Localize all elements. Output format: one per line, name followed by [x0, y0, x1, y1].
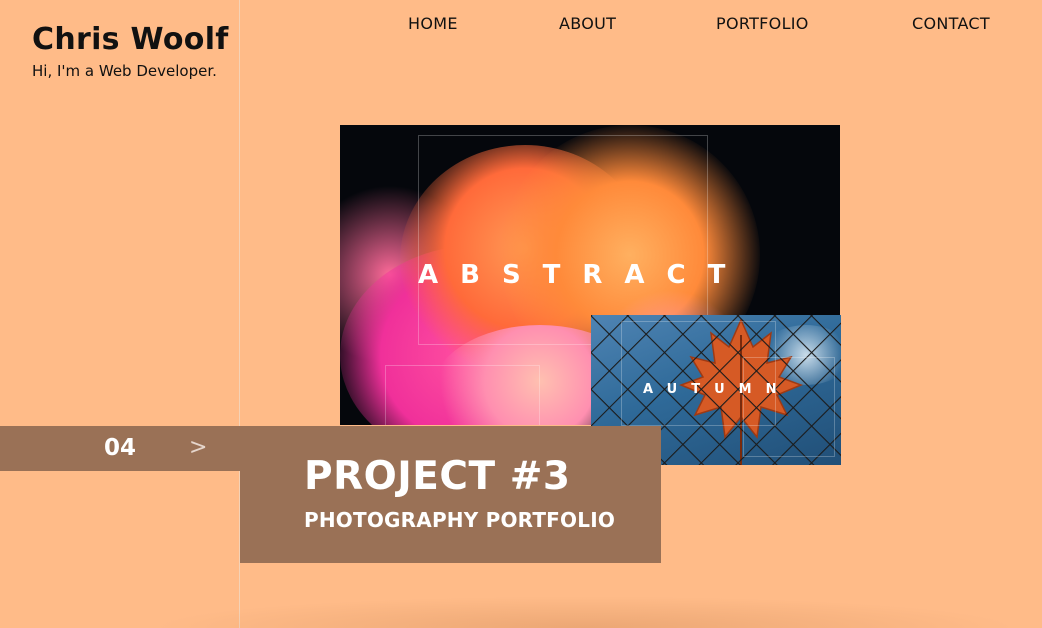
nav-portfolio-link[interactable]: PORTFOLIO: [716, 14, 809, 33]
photo-frame: [743, 357, 835, 457]
next-slide-button[interactable]: >: [189, 435, 207, 460]
slide-number: 04: [104, 435, 137, 461]
abstract-photo-title: ABSTRACT: [418, 260, 748, 290]
photo-frame: [385, 365, 540, 425]
slide-counter-bar: 04 >: [0, 426, 240, 471]
project-subtitle: PHOTOGRAPHY PORTFOLIO: [304, 508, 616, 532]
autumn-photo-title: AUTUMN: [643, 382, 791, 397]
nav-about-link[interactable]: ABOUT: [559, 14, 616, 33]
nav-contact-link[interactable]: CONTACT: [912, 14, 990, 33]
bottom-shadow: [150, 596, 1020, 628]
brand-name[interactable]: Chris Woolf: [32, 22, 229, 57]
photo-frame: [418, 135, 708, 345]
brand-tagline: Hi, I'm a Web Developer.: [32, 62, 217, 80]
sidebar: Chris Woolf Hi, I'm a Web Developer.: [0, 0, 240, 628]
project-title: PROJECT #3: [304, 454, 571, 499]
nav-home-link[interactable]: HOME: [408, 14, 458, 33]
project-card[interactable]: PROJECT #3 PHOTOGRAPHY PORTFOLIO: [240, 426, 661, 563]
